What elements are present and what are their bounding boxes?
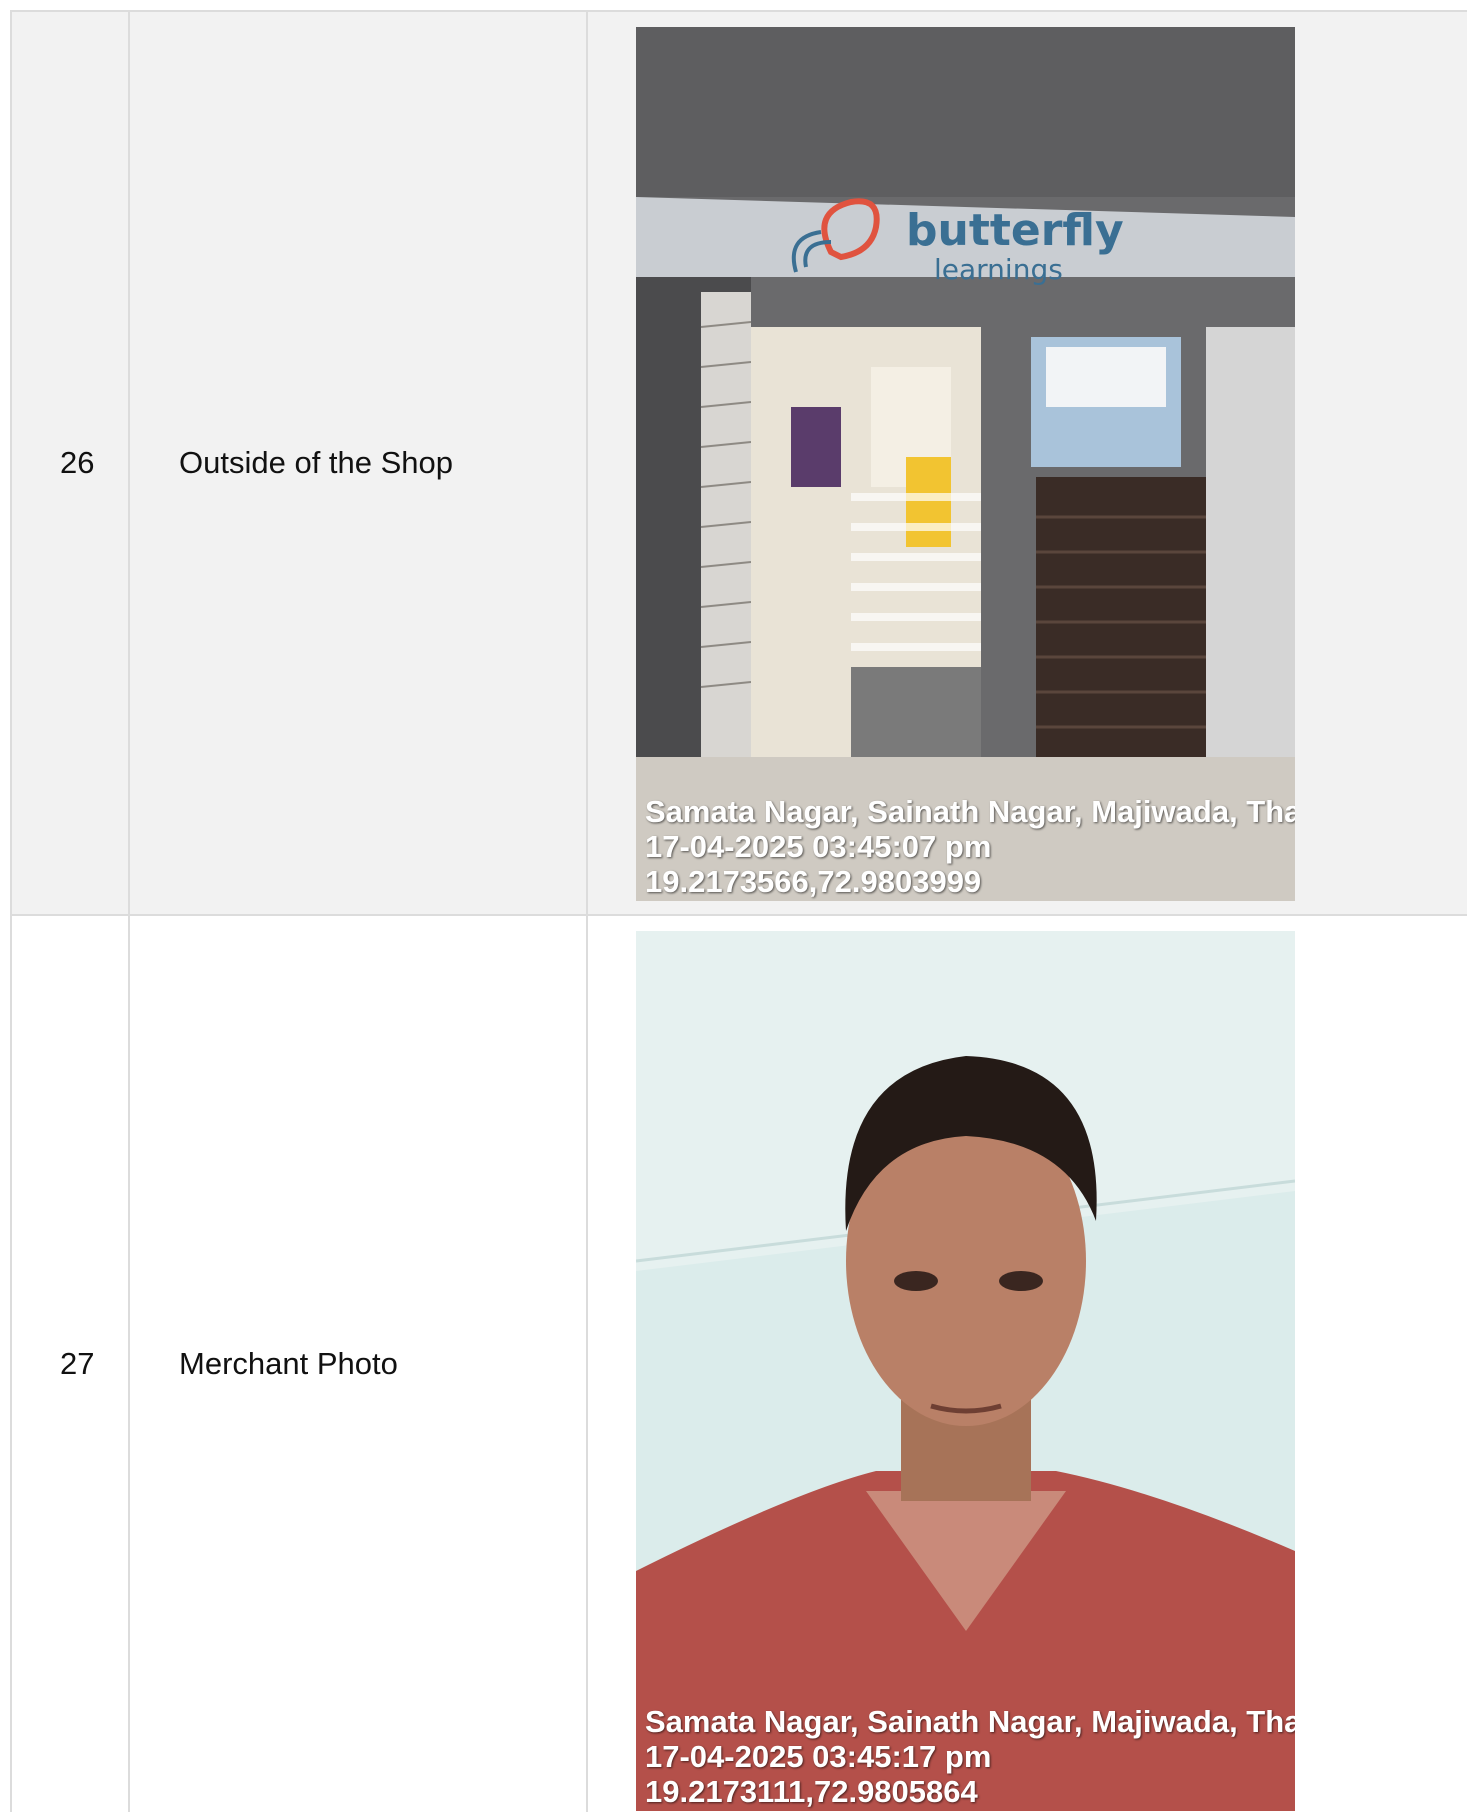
- row-label-cell: Outside of the Shop: [130, 12, 588, 914]
- stamp-datetime: 17-04-2025 03:45:07 pm: [645, 829, 992, 864]
- merchant-photo-image: [636, 931, 1295, 1811]
- row-label: Merchant Photo: [179, 1346, 398, 1381]
- sign-text-learnings: learnings: [934, 253, 1063, 286]
- document-table: 26 Outside of the Shop butterfly learnin…: [10, 10, 1467, 1812]
- row-label: Outside of the Shop: [179, 445, 454, 480]
- row-number-cell: 26: [10, 12, 130, 914]
- stamp-address: Samata Nagar, Sainath Nagar, Majiwada, T…: [645, 794, 1295, 829]
- row-label-cell: Merchant Photo: [130, 916, 588, 1812]
- table-row: 27 Merchant Photo Samata Nagar, Sainath …: [10, 916, 1467, 1812]
- row-number-cell: 27: [10, 916, 130, 1812]
- shop-photo-image: butterfly learnings: [636, 27, 1295, 901]
- photo-geo-stamp: Samata Nagar, Sainath Nagar, Majiwada, T…: [645, 794, 1295, 899]
- merchant-photo[interactable]: Samata Nagar, Sainath Nagar, Majiwada, T…: [636, 931, 1295, 1811]
- shop-photo[interactable]: butterfly learnings Samata Nagar, Sainat…: [636, 27, 1295, 901]
- photo-cell: Samata Nagar, Sainath Nagar, Majiwada, T…: [588, 916, 1467, 1812]
- table-row: 26 Outside of the Shop butterfly learnin…: [10, 12, 1467, 916]
- row-number: 26: [60, 445, 95, 480]
- stamp-datetime: 17-04-2025 03:45:17 pm: [645, 1739, 992, 1774]
- photo-geo-stamp: Samata Nagar, Sainath Nagar, Majiwada, T…: [645, 1704, 1295, 1809]
- stamp-coordinates: 19.2173566,72.9803999: [645, 864, 982, 899]
- stamp-coordinates: 19.2173111,72.9805864: [645, 1774, 978, 1809]
- row-number: 27: [60, 1346, 95, 1381]
- photo-cell: butterfly learnings Samata Nagar, Sainat…: [588, 12, 1467, 914]
- sign-text-butterfly: butterfly: [906, 205, 1124, 256]
- stamp-address: Samata Nagar, Sainath Nagar, Majiwada, T…: [645, 1704, 1295, 1739]
